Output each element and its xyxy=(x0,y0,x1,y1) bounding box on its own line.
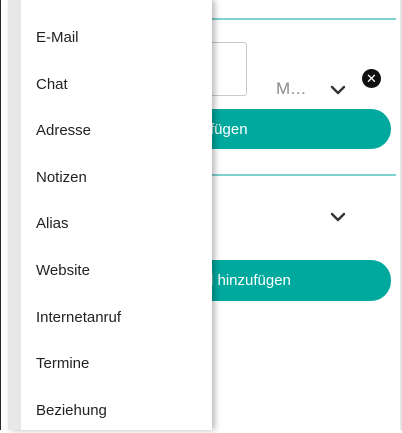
menu-item-label: Termine xyxy=(36,354,90,372)
section-divider-top xyxy=(210,18,396,20)
chevron-down-icon[interactable] xyxy=(330,84,346,96)
menu-item-email[interactable]: E-Mail xyxy=(21,14,212,60)
menu-item-website[interactable]: Website xyxy=(21,247,212,293)
menu-item-label: Website xyxy=(36,261,90,279)
menu-scroll-edge xyxy=(8,0,21,430)
menu-item-label: Adresse xyxy=(36,121,92,139)
add-section-button-label: l hinzufügen xyxy=(210,272,291,289)
close-icon[interactable]: ✕ xyxy=(362,69,381,88)
chevron-down-icon[interactable] xyxy=(330,211,346,223)
menu-item-events[interactable]: Termine xyxy=(21,340,212,386)
menu-item-notes[interactable]: Notizen xyxy=(21,154,212,200)
menu-item-address[interactable]: Adresse xyxy=(21,107,212,153)
menu-item-label: Chat xyxy=(36,75,68,93)
menu-item-chat[interactable]: Chat xyxy=(21,61,212,107)
menu-item-label: Alias xyxy=(36,214,69,232)
menu-item-label: Internetanruf xyxy=(36,308,122,326)
menu-item-label: Beziehung xyxy=(36,401,107,419)
window-left-border xyxy=(0,0,1,430)
menu-item-label: E-Mail xyxy=(36,28,79,46)
field-type-value[interactable]: M... xyxy=(276,79,306,99)
menu-item-label: Notizen xyxy=(36,168,87,186)
menu-item-relationship[interactable]: Beziehung xyxy=(21,387,212,433)
section-divider-middle xyxy=(210,174,396,176)
menu-item-alias[interactable]: Alias xyxy=(21,200,212,246)
add-field-button-label: fügen xyxy=(210,120,248,138)
menu-item-internet-call[interactable]: Internetanruf xyxy=(21,294,212,340)
